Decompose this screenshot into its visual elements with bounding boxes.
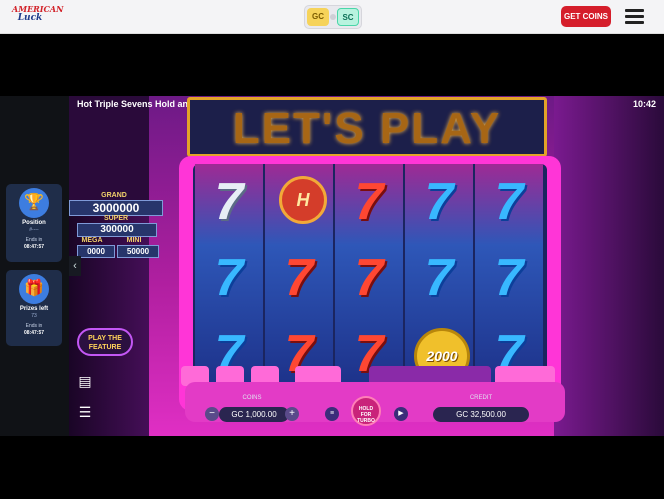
card-title: Prizes left — [19, 306, 49, 312]
coins-value: GC 1,000.00 — [219, 407, 289, 422]
marquee-sign: LET'S PLAY — [187, 97, 547, 157]
seven-symbol: 7 — [354, 249, 384, 307]
reel-2: H 7 7 — [265, 164, 333, 396]
hamburger-icon[interactable] — [625, 9, 644, 24]
promo-sidebar: 🏆 Position #---- Ends in 08:47:57 🎁 Priz… — [0, 96, 69, 436]
chevron-left-icon[interactable]: ‹ — [69, 256, 81, 276]
mini-value: 50000 — [117, 245, 159, 258]
reel-1: 7 7 7 — [195, 164, 263, 396]
h-coin: H — [279, 176, 327, 224]
logo-line2: Luck — [17, 13, 43, 23]
mini-label: MINI — [126, 237, 142, 244]
top-bar: AMERICAN Luck GC SC GET COINS — [0, 0, 664, 34]
ends-label: Ends in — [25, 323, 43, 329]
clock: 10:42 — [632, 99, 656, 109]
autoplay-icon[interactable]: ≡ — [325, 407, 339, 421]
seven-symbol: 7 — [214, 173, 244, 231]
countdown: 08:47:57 — [23, 330, 44, 336]
reels: 7 7 7 H 7 7 7 7 7 7 7 2000 7 7 7 — [193, 164, 547, 396]
american-luck-logo[interactable]: AMERICAN Luck — [12, 5, 63, 27]
credit-label: CREDIT — [469, 395, 493, 401]
toggle-knob — [330, 14, 336, 20]
background-glow-right — [554, 96, 664, 436]
slot-game-area: Hot Triple Sevens Hold and Win 10:42 LET… — [69, 96, 664, 436]
ends-label: Ends in — [25, 237, 43, 243]
minus-icon[interactable]: − — [205, 407, 219, 421]
trophy-icon: 🏆 — [19, 188, 49, 218]
mega-label: MEGA — [81, 237, 103, 244]
plus-icon[interactable]: + — [285, 407, 299, 421]
card-subtitle: #---- — [29, 227, 39, 233]
seven-symbol: 7 — [424, 173, 454, 231]
gift-icon: 🎁 — [19, 274, 49, 304]
gold-coins-option[interactable]: GC — [307, 8, 329, 26]
currency-toggle[interactable]: GC SC — [304, 5, 362, 29]
seven-symbol: 7 — [284, 249, 314, 307]
seven-symbol: 7 — [424, 249, 454, 307]
card-subtitle: 73 — [31, 313, 37, 319]
super-value: 300000 — [77, 223, 157, 237]
h-bonus-symbol: H — [269, 168, 329, 236]
spin-button[interactable]: HOLD FOR TURBO — [351, 396, 381, 426]
card-title: Position — [22, 220, 46, 226]
menu-icon[interactable]: ☰ — [76, 404, 94, 421]
countdown: 08:47:57 — [23, 244, 44, 250]
super-label: SUPER — [103, 215, 129, 222]
reel-3: 7 7 7 — [335, 164, 403, 396]
reel-4: 7 7 2000 — [405, 164, 473, 396]
reel-5: 7 7 7 — [475, 164, 543, 396]
speed-icon[interactable]: ▶ — [394, 407, 408, 421]
prizes-card[interactable]: 🎁 Prizes left 73 Ends in 08:47:57 — [6, 270, 62, 346]
paytable-icon[interactable]: ▤ — [76, 373, 94, 390]
marquee-text: LET'S PLAY — [232, 104, 502, 153]
get-coins-button[interactable]: GET COINS — [561, 6, 611, 27]
play-the-feature-button[interactable]: PLAY THE FEATURE — [77, 328, 133, 356]
mega-value: 0000 — [77, 245, 115, 258]
seven-symbol: 7 — [494, 249, 524, 307]
leaderboard-card[interactable]: 🏆 Position #---- Ends in 08:47:57 — [6, 184, 62, 262]
credit-value: GC 32,500.00 — [433, 407, 529, 422]
grand-label: GRAND — [101, 192, 127, 199]
seven-symbol: 7 — [494, 173, 524, 231]
coins-label: COINS — [242, 395, 262, 401]
seven-symbol: 7 — [354, 173, 384, 231]
seven-symbol: 7 — [214, 249, 244, 307]
sweeps-coins-option[interactable]: SC — [337, 8, 359, 26]
grand-value: 3000000 — [69, 200, 163, 216]
